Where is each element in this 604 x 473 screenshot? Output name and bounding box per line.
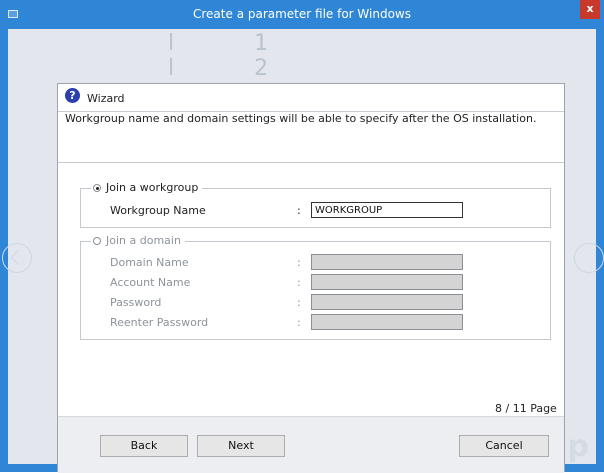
colon: :: [297, 296, 301, 309]
workgroup-name-label: Workgroup Name: [110, 204, 206, 217]
setup-background: l1 l2 l3 Setup ? Wizard Workgroup name a…: [2, 29, 604, 473]
divider: [58, 162, 564, 163]
window-title: Create a parameter file for Windows: [193, 7, 411, 21]
colon: :: [297, 204, 301, 217]
join-domain-option[interactable]: Join a domain: [91, 234, 185, 247]
join-workgroup-option[interactable]: Join a workgroup: [91, 181, 203, 194]
title-bar: Create a parameter file for Windows x: [0, 0, 604, 29]
colon: :: [297, 316, 301, 329]
wizard-description: Workgroup name and domain settings will …: [65, 112, 537, 125]
help-icon[interactable]: ?: [65, 88, 80, 103]
colon: :: [297, 276, 301, 289]
join-domain-label: Join a domain: [106, 234, 181, 247]
previous-arrow-icon: [2, 243, 32, 273]
next-arrow-icon: [574, 243, 604, 273]
wizard-dialog: ? Wizard Workgroup name and domain setti…: [57, 83, 565, 473]
colon: :: [297, 256, 301, 269]
domain-name-input[interactable]: [311, 254, 463, 270]
page-indicator: 8 / 11 Page: [495, 402, 557, 415]
button-bar: Back Next Cancel: [58, 416, 564, 473]
domain-radio[interactable]: [93, 237, 101, 245]
reenter-password-input[interactable]: [311, 314, 463, 330]
close-button[interactable]: x: [580, 0, 600, 19]
password-input[interactable]: [311, 294, 463, 310]
account-name-input[interactable]: [311, 274, 463, 290]
app-window: Create a parameter file for Windows x l1…: [0, 0, 604, 473]
workgroup-name-input[interactable]: [311, 202, 463, 218]
wizard-title: Wizard: [87, 92, 125, 105]
wizard-header: ? Wizard: [58, 84, 564, 112]
domain-group: Join a domain Domain Name : Account Name…: [80, 234, 551, 340]
workgroup-group: Join a workgroup Workgroup Name :: [80, 181, 551, 228]
domain-name-label: Domain Name: [110, 256, 189, 269]
workgroup-radio[interactable]: [93, 184, 101, 192]
account-name-label: Account Name: [110, 276, 191, 289]
next-button[interactable]: Next: [197, 435, 285, 457]
join-workgroup-label: Join a workgroup: [106, 181, 199, 194]
password-label: Password: [110, 296, 162, 309]
reenter-password-label: Reenter Password: [110, 316, 209, 329]
cancel-button[interactable]: Cancel: [459, 435, 549, 457]
back-button[interactable]: Back: [100, 435, 188, 457]
